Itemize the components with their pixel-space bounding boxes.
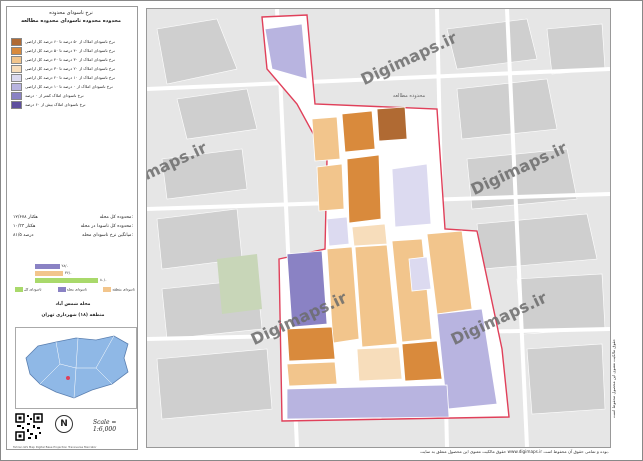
legend-label: نرخ ناسودای املاک از ۵۰ درصد تا ۶۰ درصد …	[25, 39, 115, 44]
bar-legend-swatch	[57, 287, 66, 292]
legend-swatch	[11, 73, 22, 82]
right-margin-text: حقوق مالکیت معنوی این محصول محفوظ است	[611, 338, 616, 418]
stats-block: ۱۲/۶۷۸ هکتار محدوده کل محله: ۱۰/۳۳ هکتار مح…	[13, 215, 133, 242]
map-footer: N Scale = 1:6,000 Tehran GIS Map Digital…	[13, 411, 133, 449]
panel-title-line2: محدوده محدوده ناسودای محدوده مطالعه	[21, 18, 121, 24]
bar-legend-label: ناسودای کل	[24, 287, 42, 292]
legend-label: نرخ ناسودای املاک از ۲۰ درصد تا ۳۰ درصد …	[25, 66, 115, 71]
legend-item: نرخ ناسودای املاک از ۳۰ درصد تا ۴۰ درصد …	[11, 55, 133, 64]
disclaimer-text: حقوق مالکیت معنوی این محصول متعلق به سای…	[420, 449, 609, 454]
main-map[interactable]: محدوده مطالعه Digimaps.ir Digimaps.ir Di…	[146, 8, 611, 448]
qr-code-icon[interactable]	[15, 413, 43, 441]
bar-legend-item: ناسودای محله	[57, 287, 88, 292]
location-subtitle: منطقه (۱۸) شهرداری تهران	[41, 313, 105, 318]
bar-label: ۲۸/۰	[61, 264, 69, 268]
location-title: محله شمس آباد	[55, 302, 91, 307]
legend-label: نرخ ناسودای املاک بیش از ۶۰ درصد	[25, 102, 86, 107]
stat-row: ۱۲/۶۷۸ هکتار محدوده کل محله:	[13, 215, 133, 224]
north-arrow-icon: N	[55, 415, 73, 433]
legend-list: نرخ ناسودای املاک از ۵۰ درصد تا ۶۰ درصد …	[11, 37, 133, 109]
legend-label: نرخ ناسودای املاک کمتر از ۰ درصد	[25, 93, 84, 98]
legend-item: نرخ ناسودای املاک کمتر از ۰ درصد	[11, 91, 133, 100]
bar-legend-item: ناسودای منطقه	[103, 287, 135, 292]
scale-label: Scale = 1:6,000	[93, 419, 117, 433]
bar-row: ۸۰/۰	[35, 277, 115, 283]
bar-row: ۳۶/۰	[35, 270, 115, 276]
bar-legend-swatch	[103, 287, 112, 292]
legend-panel: نرخ ناسودای محدوده محدوده محدوده ناسودای…	[6, 6, 138, 450]
legend-label: نرخ ناسودای املاک از ۱۰ درصد تا ۲۰ درصد …	[25, 75, 115, 80]
legend-item: نرخ ناسودای املاک از ۱۰ درصد تا ۲۰ درصد …	[11, 73, 133, 82]
legend-swatch	[11, 64, 22, 73]
site-label: محدوده مطالعه	[393, 93, 426, 99]
legend-swatch	[11, 46, 22, 55]
bar	[35, 263, 60, 269]
legend-label: نرخ ناسودای املاک از ۳۰ درصد تا ۴۰ درصد …	[25, 57, 115, 62]
legend-item: نرخ ناسودای املاک از ۴۰ درصد تا ۵۰ درصد …	[11, 46, 133, 55]
bar	[35, 277, 98, 283]
legend-swatch	[11, 91, 22, 100]
legend-swatch	[11, 37, 22, 46]
bar-chart: ۲۸/۰ ۳۶/۰ ۸۰/۰	[35, 263, 115, 284]
stat-value: ۱۰/۳۳ هکتار	[13, 224, 36, 229]
bar-legend-swatch	[15, 287, 23, 292]
stat-label: میانگین نرخ ناسودای محله:	[82, 233, 133, 238]
legend-swatch	[11, 100, 22, 109]
legend-item: نرخ ناسودای املاک بیش از ۶۰ درصد	[11, 100, 133, 109]
legend-swatch	[11, 55, 22, 64]
legend-item: نرخ ناسودای املاک از ۲۰ درصد تا ۳۰ درصد …	[11, 64, 133, 73]
stat-value: ۱۲/۶۷۸ هکتار	[13, 215, 38, 220]
district-marker	[66, 376, 70, 380]
bar-label: ۸۰/۰	[100, 278, 107, 282]
location-inset-map	[15, 327, 137, 409]
bar-chart-legend: ناسودای کل ناسودای محله ناسودای منطقه	[15, 287, 135, 292]
stat-row: ۱۰/۳۳ هکتار محدوده کل ناسودا در محله:	[13, 224, 133, 233]
panel-title-line1: نرخ ناسودای محدوده	[49, 10, 93, 16]
bar-legend-item: ناسودای کل	[15, 287, 41, 292]
legend-label: نرخ ناسودای املاک از ۴۰ درصد تا ۵۰ درصد …	[25, 48, 115, 53]
legend-swatch	[11, 82, 22, 91]
legend-label: نرخ ناسودای املاک از ۰ درصد تا ۱۰ درصد ک…	[25, 84, 113, 89]
stat-value: ۸۱/۵ درصد	[13, 233, 34, 238]
stat-label: محدوده کل ناسودا در محله:	[80, 224, 133, 229]
bar-label: ۳۶/۰	[65, 271, 72, 275]
projection-credit: Tehran GIS Map Digital Base Projection T…	[13, 445, 97, 449]
right-margin: حقوق مالکیت معنوی این محصول محفوظ است	[611, 8, 639, 446]
bar-legend-label: ناسودای محله	[66, 287, 88, 292]
stat-label: محدوده کل محله:	[99, 215, 133, 220]
stat-row: ۸۱/۵ درصد میانگین نرخ ناسودای محله:	[13, 233, 133, 242]
panel-title: نرخ ناسودای محدوده محدوده محدوده ناسودای…	[9, 9, 133, 33]
bar-legend-label: ناسودای منطقه	[112, 287, 135, 292]
legend-item: نرخ ناسودای املاک از ۰ درصد تا ۱۰ درصد ک…	[11, 82, 133, 91]
bar	[35, 270, 63, 276]
legend-item: نرخ ناسودای املاک از ۵۰ درصد تا ۶۰ درصد …	[11, 37, 133, 46]
bar-row: ۲۸/۰	[35, 263, 115, 269]
